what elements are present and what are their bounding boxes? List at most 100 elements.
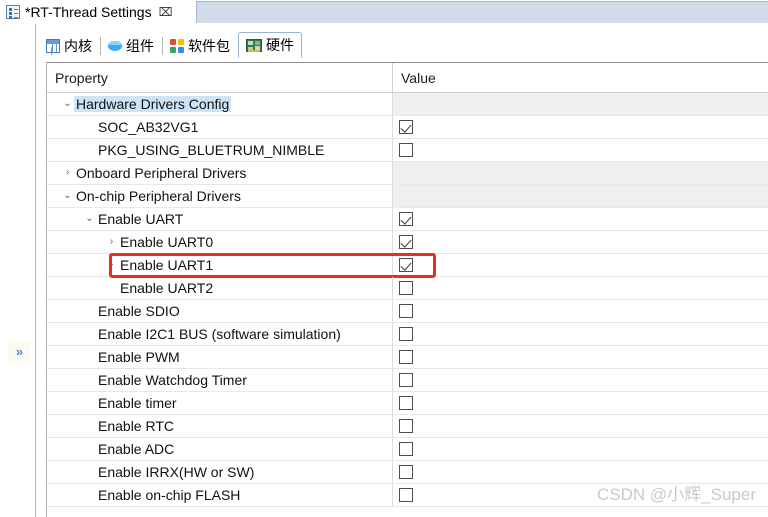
checkbox-unchecked[interactable] xyxy=(399,304,413,318)
value-cell[interactable] xyxy=(393,392,768,414)
property-label: Enable timer xyxy=(98,395,177,411)
checkbox-checked[interactable] xyxy=(399,258,413,272)
property-cell[interactable]: Enable Watchdog Timer xyxy=(47,369,393,391)
property-label: Hardware Drivers Config xyxy=(74,96,232,112)
table-row[interactable]: Enable timer xyxy=(47,392,768,415)
value-cell[interactable] xyxy=(393,254,768,276)
checkbox-unchecked[interactable] xyxy=(399,488,413,502)
property-cell[interactable]: ⌄ Enable UART xyxy=(47,208,393,230)
property-cell[interactable]: Enable on-chip FLASH xyxy=(47,484,393,506)
value-cell[interactable] xyxy=(393,415,768,437)
value-cell[interactable] xyxy=(393,300,768,322)
property-cell[interactable]: ⌄ On-chip Peripheral Drivers xyxy=(47,185,393,207)
close-icon[interactable]: ⌧ xyxy=(159,6,173,18)
property-label: On-chip Peripheral Drivers xyxy=(76,188,241,204)
table-row[interactable]: Enable Watchdog Timer xyxy=(47,369,768,392)
property-cell[interactable]: SOC_AB32VG1 xyxy=(47,116,393,138)
property-cell[interactable]: Enable IRRX(HW or SW) xyxy=(47,461,393,483)
column-header-property[interactable]: Property xyxy=(47,63,393,92)
checkbox-unchecked[interactable] xyxy=(399,327,413,341)
checkbox-unchecked[interactable] xyxy=(399,465,413,479)
value-cell xyxy=(393,162,768,184)
kernel-grid-icon xyxy=(46,38,60,53)
table-row[interactable]: › Enable UART1 xyxy=(47,254,768,277)
table-row[interactable]: › Enable UART0 xyxy=(47,231,768,254)
checkbox-unchecked[interactable] xyxy=(399,143,413,157)
property-label: Enable Watchdog Timer xyxy=(98,372,247,388)
table-row[interactable]: Enable ADC xyxy=(47,438,768,461)
table-row[interactable]: Enable SDIO xyxy=(47,300,768,323)
table-row[interactable]: ⌄ Enable UART xyxy=(47,208,768,231)
chevron-right-icon[interactable]: › xyxy=(105,237,118,247)
table-row[interactable]: SOC_AB32VG1 xyxy=(47,116,768,139)
chevron-down-icon[interactable]: ⌄ xyxy=(83,214,96,224)
checkbox-unchecked[interactable] xyxy=(399,442,413,456)
table-row[interactable]: ⌄ Hardware Drivers Config xyxy=(47,93,768,116)
property-cell[interactable]: PKG_USING_BLUETRUM_NIMBLE xyxy=(47,139,393,161)
property-cell[interactable]: ⌄ Hardware Drivers Config xyxy=(47,93,393,115)
property-label: PKG_USING_BLUETRUM_NIMBLE xyxy=(98,142,325,158)
property-table: Property Value ⌄ Hardware Drivers Config S… xyxy=(46,62,768,517)
property-cell[interactable]: Enable ADC xyxy=(47,438,393,460)
property-cell[interactable]: Enable UART2 xyxy=(47,277,393,299)
property-cell[interactable]: Enable PWM xyxy=(47,346,393,368)
checkbox-checked[interactable] xyxy=(399,120,413,134)
chevron-right-icon[interactable]: › xyxy=(61,168,74,178)
value-cell[interactable] xyxy=(393,323,768,345)
property-label: Enable IRRX(HW or SW) xyxy=(98,464,255,480)
property-cell[interactable]: › Enable UART0 xyxy=(47,231,393,253)
value-cell[interactable] xyxy=(393,346,768,368)
chevron-down-icon[interactable]: ⌄ xyxy=(61,191,74,201)
table-row[interactable]: PKG_USING_BLUETRUM_NIMBLE xyxy=(47,139,768,162)
value-cell[interactable] xyxy=(393,277,768,299)
value-cell xyxy=(393,185,768,207)
checkbox-unchecked[interactable] xyxy=(399,396,413,410)
tab-components[interactable]: 组件 xyxy=(100,32,162,58)
property-label: Onboard Peripheral Drivers xyxy=(76,165,247,181)
tab-components-label: 组件 xyxy=(126,37,154,54)
checkbox-unchecked[interactable] xyxy=(399,373,413,387)
table-row[interactable]: Enable RTC xyxy=(47,415,768,438)
value-cell[interactable] xyxy=(393,208,768,230)
chevron-double-right-icon: » xyxy=(15,344,24,359)
property-label: Enable UART2 xyxy=(120,280,214,296)
column-header-value[interactable]: Value xyxy=(393,63,768,92)
property-label: Enable RTC xyxy=(98,418,175,434)
value-cell xyxy=(393,93,768,115)
value-cell[interactable] xyxy=(393,369,768,391)
property-cell[interactable]: › Onboard Peripheral Drivers xyxy=(47,162,393,184)
property-label: Enable SDIO xyxy=(98,303,180,319)
value-cell[interactable] xyxy=(393,116,768,138)
checkbox-unchecked[interactable] xyxy=(399,350,413,364)
checkbox-unchecked[interactable] xyxy=(399,419,413,433)
property-cell[interactable]: › Enable UART1 xyxy=(47,254,393,276)
tab-hardware[interactable]: 硬件 xyxy=(238,32,302,58)
property-cell[interactable]: Enable RTC xyxy=(47,415,393,437)
property-cell[interactable]: Enable SDIO xyxy=(47,300,393,322)
property-cell[interactable]: Enable timer xyxy=(47,392,393,414)
table-row[interactable]: Enable UART2 xyxy=(47,277,768,300)
property-label: Enable UART xyxy=(98,211,184,227)
editor-tab-rt-thread-settings[interactable]: *RT-Thread Settings ⌧ xyxy=(0,0,180,23)
value-cell[interactable] xyxy=(393,231,768,253)
property-label: Enable ADC xyxy=(98,441,175,457)
restore-view-button[interactable]: » xyxy=(8,340,31,363)
property-label: Enable PWM xyxy=(98,349,180,365)
checkbox-unchecked[interactable] xyxy=(399,281,413,295)
value-cell[interactable] xyxy=(393,139,768,161)
chevron-right-icon[interactable]: › xyxy=(105,260,118,270)
property-label: Enable UART0 xyxy=(120,234,214,250)
property-cell[interactable]: Enable I2C1 BUS (software simulation) xyxy=(47,323,393,345)
checkbox-checked[interactable] xyxy=(399,212,413,226)
watermark: CSDN @小辉_Super xyxy=(597,485,756,504)
table-header-row: Property Value xyxy=(47,63,768,93)
value-cell[interactable] xyxy=(393,438,768,460)
table-row[interactable]: › Onboard Peripheral Drivers xyxy=(47,162,768,185)
table-row[interactable]: ⌄ On-chip Peripheral Drivers xyxy=(47,185,768,208)
table-row[interactable]: Enable PWM xyxy=(47,346,768,369)
tab-kernel[interactable]: 内核 xyxy=(38,32,100,58)
checkbox-checked[interactable] xyxy=(399,235,413,249)
tab-packages[interactable]: 软件包 xyxy=(162,32,238,58)
table-row[interactable]: Enable I2C1 BUS (software simulation) xyxy=(47,323,768,346)
chevron-down-icon[interactable]: ⌄ xyxy=(61,99,74,109)
